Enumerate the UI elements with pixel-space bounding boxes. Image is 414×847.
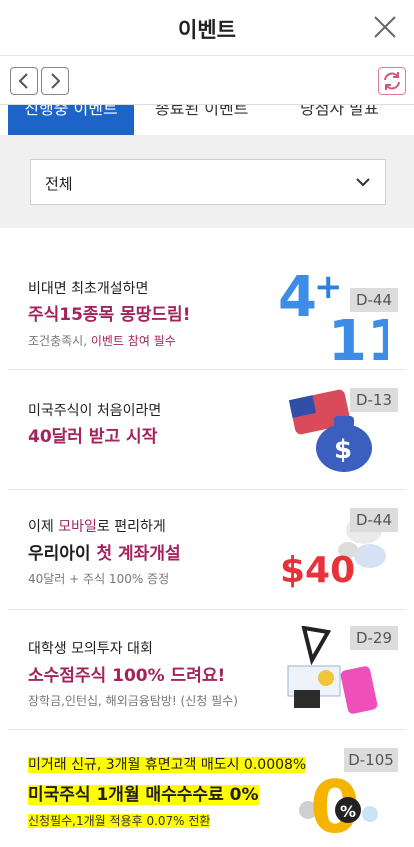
refresh-icon xyxy=(384,72,400,90)
percent-art-text: % xyxy=(340,802,356,821)
event-title: 40달러 받고 시작 xyxy=(28,427,158,447)
page-title: 이벤트 xyxy=(178,18,236,42)
dday-badge: D-29 xyxy=(350,626,398,650)
event-title: 우리아이 첫 계좌개설 xyxy=(28,539,181,564)
tab-ended[interactable]: 종료된 이벤트 xyxy=(155,105,248,135)
event-subtitle: 대학생 모의투자 대회 xyxy=(28,641,153,657)
event-card[interactable]: 대학생 모의투자 대회 소수점주식 100% 드려요! 장학금,인턴십, 해외금… xyxy=(8,610,406,730)
event-subtitle-prefix: 이제 xyxy=(28,519,54,535)
filter-area: 전체 xyxy=(0,135,414,228)
event-note: 신청필수,1개월 적용후 0.07% 전환 xyxy=(28,812,211,829)
event-title: 미국주식 1개월 매수수수료 0% xyxy=(28,780,259,805)
event-subtitle: 미거래 신규, 3개월 휴면고객 매도시 0.0008% xyxy=(28,754,307,774)
event-note: 40달러 + 주식 100% 증정 xyxy=(28,572,170,586)
balloon-numbers-illustration: 4 + 11 xyxy=(278,265,388,364)
event-title-prefix: 우리아이 xyxy=(28,544,91,564)
event-subtitle-suffix: 로 편리하게 xyxy=(96,519,166,535)
dday-badge: D-44 xyxy=(350,288,398,312)
event-note-highlighted: 신청필수,1개월 적용후 0.07% 전환 xyxy=(28,814,211,828)
back-button[interactable] xyxy=(10,67,38,95)
close-icon[interactable] xyxy=(372,14,398,40)
event-subtitle: 이제 모바일로 편리하게 xyxy=(28,516,166,536)
dollar-art-text: $40 xyxy=(280,550,355,591)
event-subtitle: 비대면 최초개설하면 xyxy=(28,281,149,297)
category-select-value: 전체 xyxy=(45,175,73,193)
forward-icon xyxy=(51,73,61,89)
event-card[interactable]: 비대면 최초개설하면 주식15종목 몽땅드림! 조건충족시, 이벤트 참여 필수… xyxy=(8,250,406,370)
svg-text:$: $ xyxy=(334,435,352,465)
event-subtitle-highlighted: 미거래 신규, 3개월 휴면고객 매도시 0.0008% xyxy=(28,757,307,773)
nav-bar xyxy=(0,57,414,105)
event-card[interactable]: 미거래 신규, 3개월 휴면고객 매도시 0.0008% 미국주식 1개월 매수… xyxy=(8,730,406,847)
event-card[interactable]: 이제 모바일로 편리하게 우리아이 첫 계좌개설 40달러 + 주식 100% … xyxy=(8,490,406,610)
chevron-down-icon xyxy=(356,178,370,187)
event-title-highlight: 첫 계좌개설 xyxy=(96,544,181,564)
svg-text:4: 4 xyxy=(278,265,317,330)
event-note-prefix: 조건충족시, xyxy=(28,334,88,348)
event-title-highlighted: 미국주식 1개월 매수수수료 0% xyxy=(28,785,259,805)
forward-button[interactable] xyxy=(41,67,69,95)
event-note-highlight: 이벤트 참여 필수 xyxy=(90,334,176,348)
tab-bar: 진행중 이벤트 종료된 이벤트 당첨자 발표 xyxy=(0,105,414,135)
event-title: 소수점주식 100% 드려요! xyxy=(28,666,226,686)
refresh-button[interactable] xyxy=(378,67,406,95)
dday-badge: D-105 xyxy=(344,748,398,772)
svg-text:11: 11 xyxy=(328,309,388,364)
category-select[interactable]: 전체 xyxy=(30,159,386,205)
event-note: 조건충족시, 이벤트 참여 필수 xyxy=(28,332,176,349)
event-subtitle: 미국주식이 처음이라면 xyxy=(28,403,162,419)
back-icon xyxy=(18,73,28,89)
event-card[interactable]: 미국주식이 처음이라면 40달러 받고 시작 $ D-13 xyxy=(8,370,406,490)
tab-winners[interactable]: 당첨자 발표 xyxy=(300,105,379,135)
dday-badge: D-13 xyxy=(350,388,398,412)
event-note: 장학금,인턴십, 해외금융탐방! (신청 필수) xyxy=(28,694,238,708)
event-title: 주식15종목 몽땅드림! xyxy=(28,305,191,325)
event-subtitle-highlight: 모바일 xyxy=(58,519,97,535)
header: 이벤트 xyxy=(0,0,414,56)
dday-badge: D-44 xyxy=(350,508,398,532)
tab-ongoing[interactable]: 진행중 이벤트 xyxy=(8,105,134,135)
svg-text:+: + xyxy=(314,267,343,307)
